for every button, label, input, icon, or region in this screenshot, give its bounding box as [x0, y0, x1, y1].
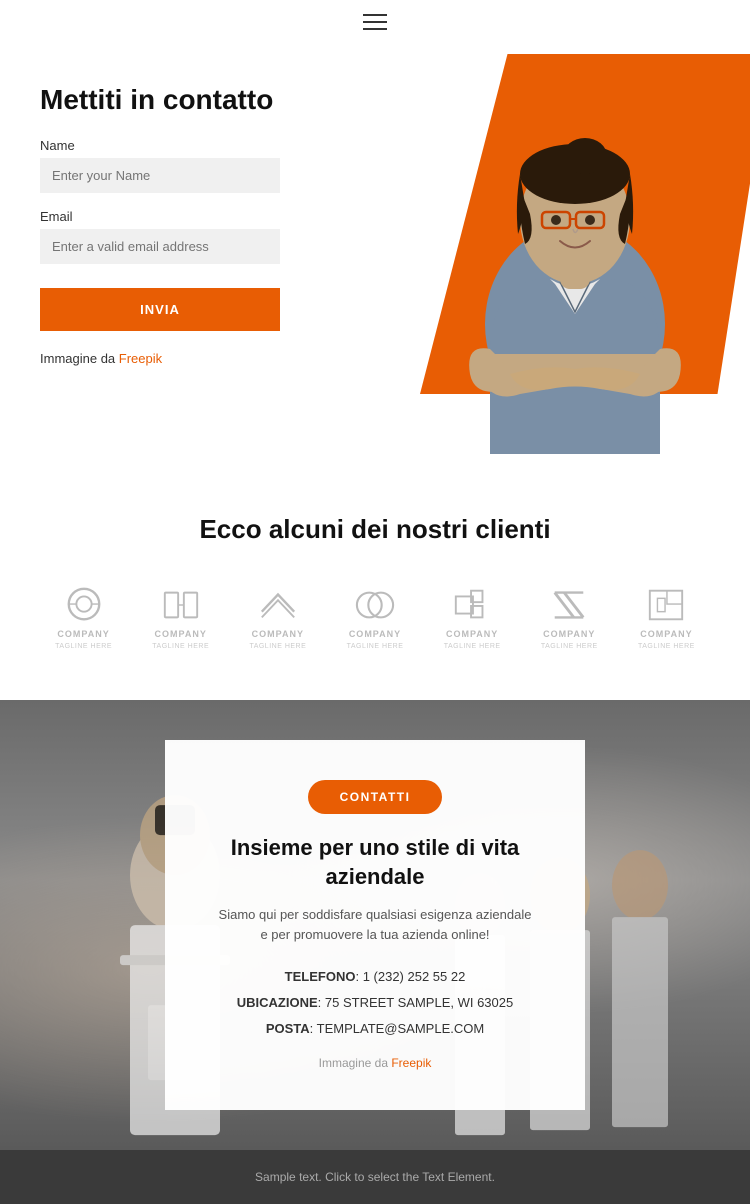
clients-section: Ecco alcuni dei nostri clienti COMPANY T…: [0, 464, 750, 700]
cta-section: CONTATTI Insieme per uno stile di vita a…: [0, 700, 750, 1150]
woman-illustration: [390, 44, 750, 454]
logo-text-7: COMPANY: [640, 629, 692, 639]
logo-sub-4: TAGLINE HERE: [347, 643, 404, 650]
phone-label: TELEFONO: [285, 969, 356, 984]
client-logo-6: COMPANY TAGLINE HERE: [541, 585, 598, 650]
client-logo-3: COMPANY TAGLINE HERE: [249, 585, 306, 650]
logo-icon-6: [545, 585, 593, 625]
client-logo-5: COMPANY TAGLINE HERE: [444, 585, 501, 650]
hero-image-area: [350, 44, 750, 464]
email-input[interactable]: [40, 229, 280, 264]
logo-text-5: COMPANY: [446, 629, 498, 639]
menu-icon[interactable]: [363, 14, 387, 30]
logo-sub-6: TAGLINE HERE: [541, 643, 598, 650]
logo-text-1: COMPANY: [57, 629, 109, 639]
logo-text-4: COMPANY: [349, 629, 401, 639]
cta-image-credit: Immagine da Freepik: [215, 1056, 535, 1070]
contatti-button[interactable]: CONTATTI: [308, 780, 443, 814]
logo-sub-7: TAGLINE HERE: [638, 643, 695, 650]
clients-title: Ecco alcuni dei nostri clienti: [40, 514, 710, 545]
location-label: UBICAZIONE: [237, 995, 318, 1010]
logo-icon-7: [642, 585, 690, 625]
contact-info: TELEFONO: 1 (232) 252 55 22 UBICAZIONE: …: [215, 964, 535, 1042]
cta-description: Siamo qui per soddisfare qualsiasi esige…: [215, 905, 535, 944]
logo-sub-1: TAGLINE HERE: [55, 643, 112, 650]
logo-text-3: COMPANY: [252, 629, 304, 639]
logo-icon-2: [157, 585, 205, 625]
cta-card: CONTATTI Insieme per uno stile di vita a…: [165, 740, 585, 1110]
logo-icon-3: [254, 585, 302, 625]
phone-value: 1 (232) 252 55 22: [363, 969, 466, 984]
cta-freepik-link[interactable]: Freepik: [391, 1056, 431, 1070]
logo-sub-3: TAGLINE HERE: [249, 643, 306, 650]
cta-title: Insieme per uno stile di vita aziendale: [215, 834, 535, 891]
email-line: POSTA: TEMPLATE@SAMPLE.COM: [215, 1016, 535, 1042]
header: [0, 0, 750, 44]
submit-button[interactable]: INVIA: [40, 288, 280, 331]
logo-text-6: COMPANY: [543, 629, 595, 639]
logo-text-2: COMPANY: [155, 629, 207, 639]
freepik-link[interactable]: Freepik: [119, 351, 162, 366]
name-input[interactable]: [40, 158, 280, 193]
hero-section: Mettiti in contatto Name Email INVIA Imm…: [0, 44, 750, 464]
client-logo-4: COMPANY TAGLINE HERE: [347, 585, 404, 650]
client-logo-1: COMPANY TAGLINE HERE: [55, 585, 112, 650]
email-value: TEMPLATE@SAMPLE.COM: [317, 1021, 485, 1036]
logo-sub-5: TAGLINE HERE: [444, 643, 501, 650]
client-logo-2: COMPANY TAGLINE HERE: [152, 585, 209, 650]
logo-icon-4: [351, 585, 399, 625]
location-line: UBICAZIONE: 75 STREET SAMPLE, WI 63025: [215, 990, 535, 1016]
location-value: 75 STREET SAMPLE, WI 63025: [325, 995, 513, 1010]
client-logo-7: COMPANY TAGLINE HERE: [638, 585, 695, 650]
footer-text[interactable]: Sample text. Click to select the Text El…: [20, 1170, 730, 1184]
email-label: POSTA: [266, 1021, 310, 1036]
clients-logos-container: COMPANY TAGLINE HERE COMPANY TAGLINE HER…: [40, 585, 710, 650]
footer: Sample text. Click to select the Text El…: [0, 1150, 750, 1204]
logo-icon-1: [60, 585, 108, 625]
phone-line: TELEFONO: 1 (232) 252 55 22: [215, 964, 535, 990]
logo-sub-2: TAGLINE HERE: [152, 643, 209, 650]
logo-icon-5: [448, 585, 496, 625]
